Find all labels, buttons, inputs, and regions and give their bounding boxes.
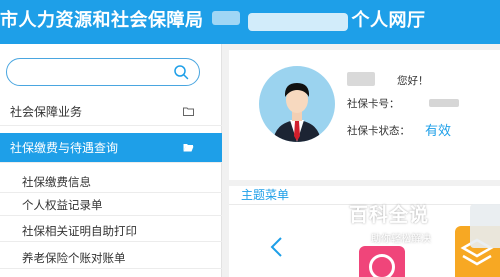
redacted-card-number <box>429 99 459 107</box>
sidebar-group-social-security-business[interactable]: 社会保障业务 <box>0 98 222 126</box>
sidebar-item-label: 个人权益记录单 <box>22 198 103 212</box>
sidebar-item-certificate-print[interactable]: 社保相关证明自助打印 <box>0 220 222 242</box>
chevron-left-icon[interactable] <box>269 236 285 258</box>
sidebar-item-label: 养老保险个账对账单 <box>22 251 126 265</box>
watermark-logo <box>470 204 500 248</box>
profile-card: 您好！ 社保卡号： 社保卡状态： 有效 <box>229 50 500 180</box>
card-status-label: 社保卡状态： <box>347 125 410 137</box>
user-avatar-icon <box>273 83 321 142</box>
folder-icon <box>183 107 194 116</box>
sidebar-group-label: 社保缴费与待遇查询 <box>10 141 119 155</box>
greeting-text: 您好！ <box>397 75 429 87</box>
sidebar-item-rights-record[interactable]: 个人权益记录单 <box>0 194 222 216</box>
site-title: 市人力资源和社会保障局 个人网厅 <box>0 6 426 32</box>
theme-menu-title: 主题菜单 <box>241 188 290 202</box>
sidebar-item-pension-statement[interactable]: 养老保险个账对账单 <box>0 247 222 269</box>
sidebar-item-label: 社保缴费信息 <box>22 175 91 189</box>
site-title-left: 市人力资源和社会保障局 <box>0 10 204 31</box>
card-number-label: 社保卡号： <box>347 98 400 110</box>
search-icon[interactable] <box>173 64 189 80</box>
watermark-subtitle: 助你轻松解决 <box>371 234 431 245</box>
sidebar-item-label: 社保相关证明自助打印 <box>22 224 137 238</box>
card-status-value: 有效 <box>425 124 452 139</box>
folder-open-icon <box>183 144 194 152</box>
sidebar: 社会保障业务 社保缴费与待遇查询 社保缴费信息 个人权益记录单 社保相关证明自助… <box>0 44 222 277</box>
menu-tile-pink[interactable] <box>359 246 405 277</box>
site-title-right: 个人网厅 <box>351 10 426 31</box>
search-input[interactable] <box>6 58 200 86</box>
watermark-title: 百科全说 <box>349 204 430 226</box>
avatar <box>259 66 335 142</box>
top-header: 市人力资源和社会保障局 个人网厅 <box>0 0 500 44</box>
redacted-region <box>204 11 352 31</box>
watermark: 百科全说 助你轻松解决 <box>349 200 459 250</box>
circle-icon <box>369 254 395 277</box>
sidebar-item-payment-info[interactable]: 社保缴费信息 <box>0 171 222 193</box>
sidebar-group-payment-benefit-query[interactable]: 社保缴费与待遇查询 <box>0 133 222 163</box>
search-input-field[interactable] <box>19 64 169 80</box>
sidebar-group-label: 社会保障业务 <box>10 105 83 119</box>
redacted-name <box>347 72 375 86</box>
